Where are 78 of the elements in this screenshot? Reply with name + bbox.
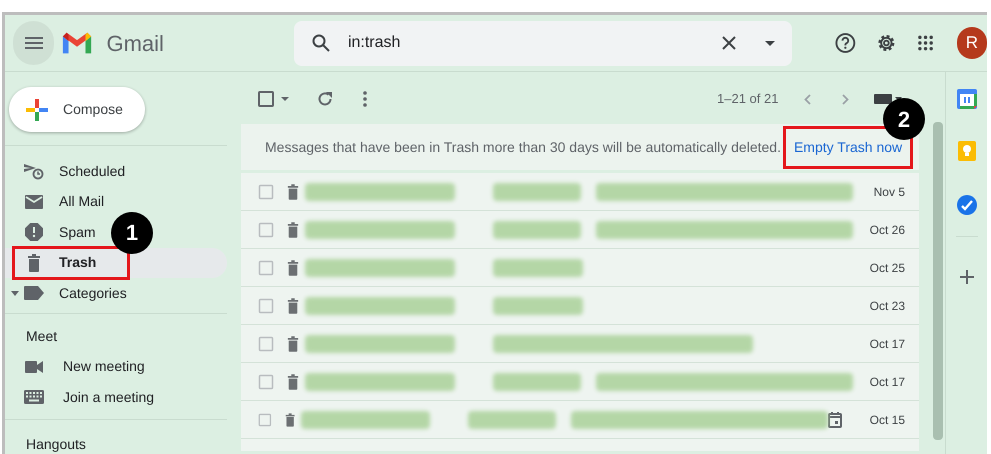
plus-icon [26, 98, 48, 120]
message-date: Oct 17 [870, 374, 905, 390]
nav-label: Categories [59, 284, 127, 303]
trash-icon[interactable] [287, 298, 299, 314]
message-date: Oct 15 [870, 412, 905, 428]
message-date: Oct 17 [870, 336, 905, 352]
compose-button[interactable]: Compose [9, 87, 145, 132]
nav-item[interactable]: Categories [5, 278, 135, 308]
trash-icon[interactable] [287, 222, 299, 238]
search-field[interactable]: in:trash [348, 31, 722, 55]
caret-icon[interactable] [765, 40, 776, 46]
message-row[interactable]: Oct 17 [241, 325, 919, 363]
nav-label: Scheduled [59, 162, 126, 181]
alert-icon [25, 223, 43, 242]
meet-item[interactable]: New meeting [5, 352, 227, 382]
message-row[interactable]: Oct 15 [241, 401, 919, 439]
search-bar[interactable]: in:trash [294, 20, 792, 66]
message-row[interactable]: Oct 23 [241, 287, 919, 325]
keyboard-icon[interactable] [874, 94, 902, 104]
message-date: Nov 5 [874, 184, 905, 200]
nav-item[interactable]: Scheduled [5, 156, 134, 186]
trash-icon[interactable] [287, 374, 299, 390]
nav-label: All Mail [59, 192, 104, 212]
message-row[interactable]: Oct 25 [241, 249, 919, 287]
message-row[interactable]: Oct 17 [241, 363, 919, 401]
caret-icon[interactable] [281, 97, 289, 101]
scrollbar[interactable] [933, 122, 943, 440]
scheduled-icon [24, 162, 44, 180]
message-date: Oct 26 [870, 222, 905, 238]
nav-item[interactable]: All Mail [5, 186, 112, 217]
mail-icon [25, 194, 43, 209]
message-date: Oct 23 [870, 298, 905, 314]
trash-icon [27, 254, 41, 272]
page-range: 1–21 of 21 [717, 90, 778, 108]
nav-label: Trash [59, 253, 96, 272]
more-icon[interactable] [363, 91, 367, 107]
meet-item[interactable]: Join a meeting [5, 382, 227, 412]
close-icon[interactable] [722, 36, 736, 50]
nav-label: Spam [59, 222, 96, 242]
checkbox-icon[interactable] [258, 412, 272, 428]
checkbox-icon[interactable] [258, 260, 274, 276]
message-row[interactable]: Nov 5 [241, 173, 919, 211]
search-icon[interactable] [312, 34, 330, 52]
nav-item[interactable]: Trash [5, 248, 227, 278]
app-name: Gmail [106, 30, 164, 58]
nav-item[interactable]: Spam [5, 217, 104, 248]
keyboard-icon [24, 390, 44, 404]
section-title: Hangouts [25, 434, 87, 454]
check-icon[interactable] [956, 195, 976, 215]
checkbox-icon[interactable] [258, 374, 274, 390]
message-row[interactable]: Oct 26 [241, 211, 919, 249]
trash-icon[interactable] [284, 412, 296, 428]
trash-icon[interactable] [287, 260, 299, 276]
settings-icon[interactable] [876, 32, 897, 54]
help-icon[interactable] [835, 32, 856, 54]
logo-icon [61, 30, 94, 56]
step-badge: 1 [111, 212, 153, 254]
calendar-icon[interactable] [956, 89, 976, 109]
menu-icon [24, 37, 43, 49]
section-title: Meet [25, 326, 58, 346]
refresh-icon[interactable] [317, 91, 333, 107]
checkbox-icon[interactable] [258, 298, 274, 314]
menu-button[interactable] [13, 21, 54, 65]
add-icon[interactable] [960, 270, 974, 284]
message-date: Oct 25 [870, 260, 905, 276]
step-badge: 2 [883, 98, 925, 140]
trash-icon[interactable] [287, 184, 299, 200]
apps-icon[interactable] [918, 35, 933, 51]
video-icon [25, 360, 43, 373]
checkbox-icon[interactable] [258, 222, 274, 238]
caret-icon[interactable] [11, 290, 19, 296]
label-icon [24, 286, 44, 300]
checkbox-icon[interactable] [258, 184, 274, 200]
trash-icon[interactable] [287, 336, 299, 352]
checkbox-icon[interactable] [258, 91, 274, 107]
avatar[interactable]: R [956, 27, 987, 59]
trash-notice: Messages that have been in Trash more than 30 days will be automatically deleted. [265, 138, 781, 157]
checkbox-icon[interactable] [258, 336, 274, 352]
